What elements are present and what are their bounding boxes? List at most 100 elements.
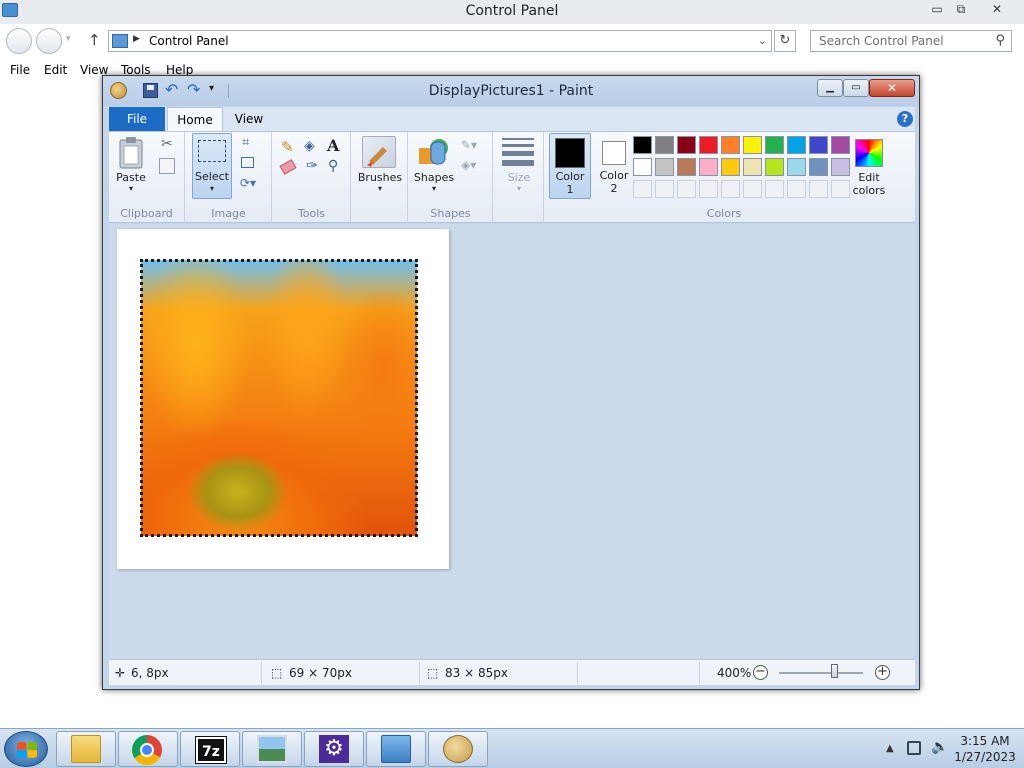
- palette-swatch[interactable]: [765, 136, 784, 154]
- palette-swatch[interactable]: [831, 136, 850, 154]
- palette-swatch[interactable]: [721, 158, 740, 176]
- volume-icon[interactable]: 🔈: [931, 739, 948, 755]
- shapes-dropdown-icon[interactable]: ▾: [411, 184, 457, 193]
- pencil-icon[interactable]: ✎: [281, 138, 294, 156]
- clock-date[interactable]: 1/27/2023: [954, 750, 1016, 764]
- palette-swatch[interactable]: [655, 136, 674, 154]
- up-arrow-icon[interactable]: ↑: [88, 31, 101, 49]
- zoom-slider[interactable]: [779, 672, 863, 674]
- eraser-icon[interactable]: [279, 159, 297, 175]
- taskbar-paint[interactable]: [428, 731, 488, 767]
- breadcrumb[interactable]: Control Panel: [149, 34, 229, 48]
- menu-file[interactable]: File: [10, 63, 30, 77]
- close-button[interactable]: ✕: [982, 2, 1012, 18]
- paste-label[interactable]: Paste: [115, 171, 147, 184]
- breadcrumb-separator-icon[interactable]: ▶: [133, 34, 140, 44]
- canvas[interactable]: [117, 229, 449, 569]
- zoom-in-button[interactable]: +: [875, 665, 890, 680]
- paint-maximize-button[interactable]: ▭: [843, 79, 869, 97]
- palette-swatch[interactable]: [633, 136, 652, 154]
- palette-swatch[interactable]: [743, 180, 762, 198]
- rotate-icon[interactable]: ⟳▾: [240, 176, 256, 190]
- palette-swatch[interactable]: [831, 180, 850, 198]
- crop-icon[interactable]: ⌗: [242, 135, 249, 150]
- palette-swatch[interactable]: [699, 180, 718, 198]
- network-icon[interactable]: [907, 741, 921, 755]
- back-button[interactable]: [6, 28, 32, 54]
- palette-swatch[interactable]: [677, 158, 696, 176]
- palette-swatch[interactable]: [655, 158, 674, 176]
- shapes-label[interactable]: Shapes: [411, 171, 457, 184]
- palette-swatch[interactable]: [831, 158, 850, 176]
- brushes-dropdown-icon[interactable]: ▾: [354, 184, 406, 193]
- palette-swatch[interactable]: [787, 136, 806, 154]
- palette-swatch[interactable]: [743, 136, 762, 154]
- fill-icon[interactable]: ◈▾: [461, 158, 476, 172]
- taskbar-chrome[interactable]: [118, 731, 178, 767]
- clock-time[interactable]: 3:15 AM: [954, 734, 1016, 748]
- palette-swatch[interactable]: [677, 180, 696, 198]
- text-tool-icon[interactable]: A: [327, 136, 339, 155]
- palette-swatch[interactable]: [809, 136, 828, 154]
- palette-swatch[interactable]: [721, 180, 740, 198]
- size-dropdown-icon[interactable]: ▾: [494, 184, 544, 193]
- taskbar-settings[interactable]: ⚙: [304, 731, 364, 767]
- paint-close-button[interactable]: ✕: [869, 79, 915, 97]
- palette-swatch[interactable]: [765, 158, 784, 176]
- fill-bucket-icon[interactable]: ◈: [304, 138, 315, 154]
- brushes-label[interactable]: Brushes: [354, 171, 406, 184]
- tab-home[interactable]: Home: [167, 107, 223, 132]
- palette-swatch[interactable]: [787, 180, 806, 198]
- palette-swatch[interactable]: [809, 158, 828, 176]
- color2-button[interactable]: Color 2: [593, 133, 635, 199]
- taskbar-file-explorer[interactable]: [56, 731, 116, 767]
- palette-swatch[interactable]: [699, 158, 718, 176]
- restore-button[interactable]: ⧉: [948, 2, 974, 18]
- refresh-button[interactable]: ↻: [774, 30, 796, 52]
- palette-swatch[interactable]: [633, 158, 652, 176]
- edit-colors-label-line2[interactable]: colors: [851, 184, 887, 197]
- cut-icon[interactable]: ✂: [161, 136, 173, 152]
- canvas-area[interactable]: [109, 224, 915, 658]
- address-bar[interactable]: ▶ Control Panel ⌄: [108, 30, 772, 52]
- brushes-button[interactable]: [362, 136, 396, 168]
- taskbar-control-panel[interactable]: [366, 731, 426, 767]
- palette-swatch[interactable]: [743, 158, 762, 176]
- outline-icon[interactable]: ✎▾: [461, 138, 477, 152]
- shapes-button[interactable]: [417, 136, 453, 168]
- search-input[interactable]: Search Control Panel ⚲: [810, 30, 1012, 52]
- resize-icon[interactable]: [241, 157, 254, 168]
- edit-colors-label-line1[interactable]: Edit: [851, 171, 887, 184]
- start-button[interactable]: [4, 731, 48, 767]
- search-icon[interactable]: ⚲: [995, 33, 1005, 48]
- tab-file[interactable]: File: [109, 107, 165, 131]
- paint-minimize-button[interactable]: ▁: [817, 79, 843, 97]
- palette-swatch[interactable]: [721, 136, 740, 154]
- palette-swatch[interactable]: [809, 180, 828, 198]
- edit-colors-icon[interactable]: [855, 139, 883, 167]
- selection-marquee[interactable]: [140, 259, 418, 537]
- palette-swatch[interactable]: [699, 136, 718, 154]
- taskbar-7zip[interactable]: 7z: [180, 731, 240, 767]
- help-icon[interactable]: ?: [897, 111, 913, 127]
- zoom-slider-thumb[interactable]: [831, 664, 838, 678]
- forward-button[interactable]: [36, 28, 62, 54]
- paste-dropdown-icon[interactable]: ▾: [115, 184, 147, 193]
- palette-swatch[interactable]: [655, 180, 674, 198]
- minimize-button[interactable]: ▭: [924, 2, 950, 18]
- recent-locations-icon[interactable]: ▾: [66, 34, 71, 44]
- show-hidden-icons-icon[interactable]: ▲: [886, 743, 894, 754]
- tab-view[interactable]: View: [225, 107, 273, 131]
- size-label[interactable]: Size: [494, 171, 544, 184]
- menu-edit[interactable]: Edit: [44, 63, 67, 77]
- chevron-down-icon[interactable]: ⌄: [758, 34, 767, 47]
- magnifier-icon[interactable]: ⚲: [328, 158, 338, 174]
- taskbar-photo-viewer[interactable]: [242, 731, 302, 767]
- palette-swatch[interactable]: [765, 180, 784, 198]
- palette-swatch[interactable]: [787, 158, 806, 176]
- select-button[interactable]: Select ▾: [192, 133, 232, 199]
- zoom-out-button[interactable]: −: [753, 665, 768, 680]
- paste-button[interactable]: [117, 136, 145, 170]
- color1-button[interactable]: Color 1: [549, 133, 591, 199]
- copy-icon[interactable]: [159, 158, 175, 174]
